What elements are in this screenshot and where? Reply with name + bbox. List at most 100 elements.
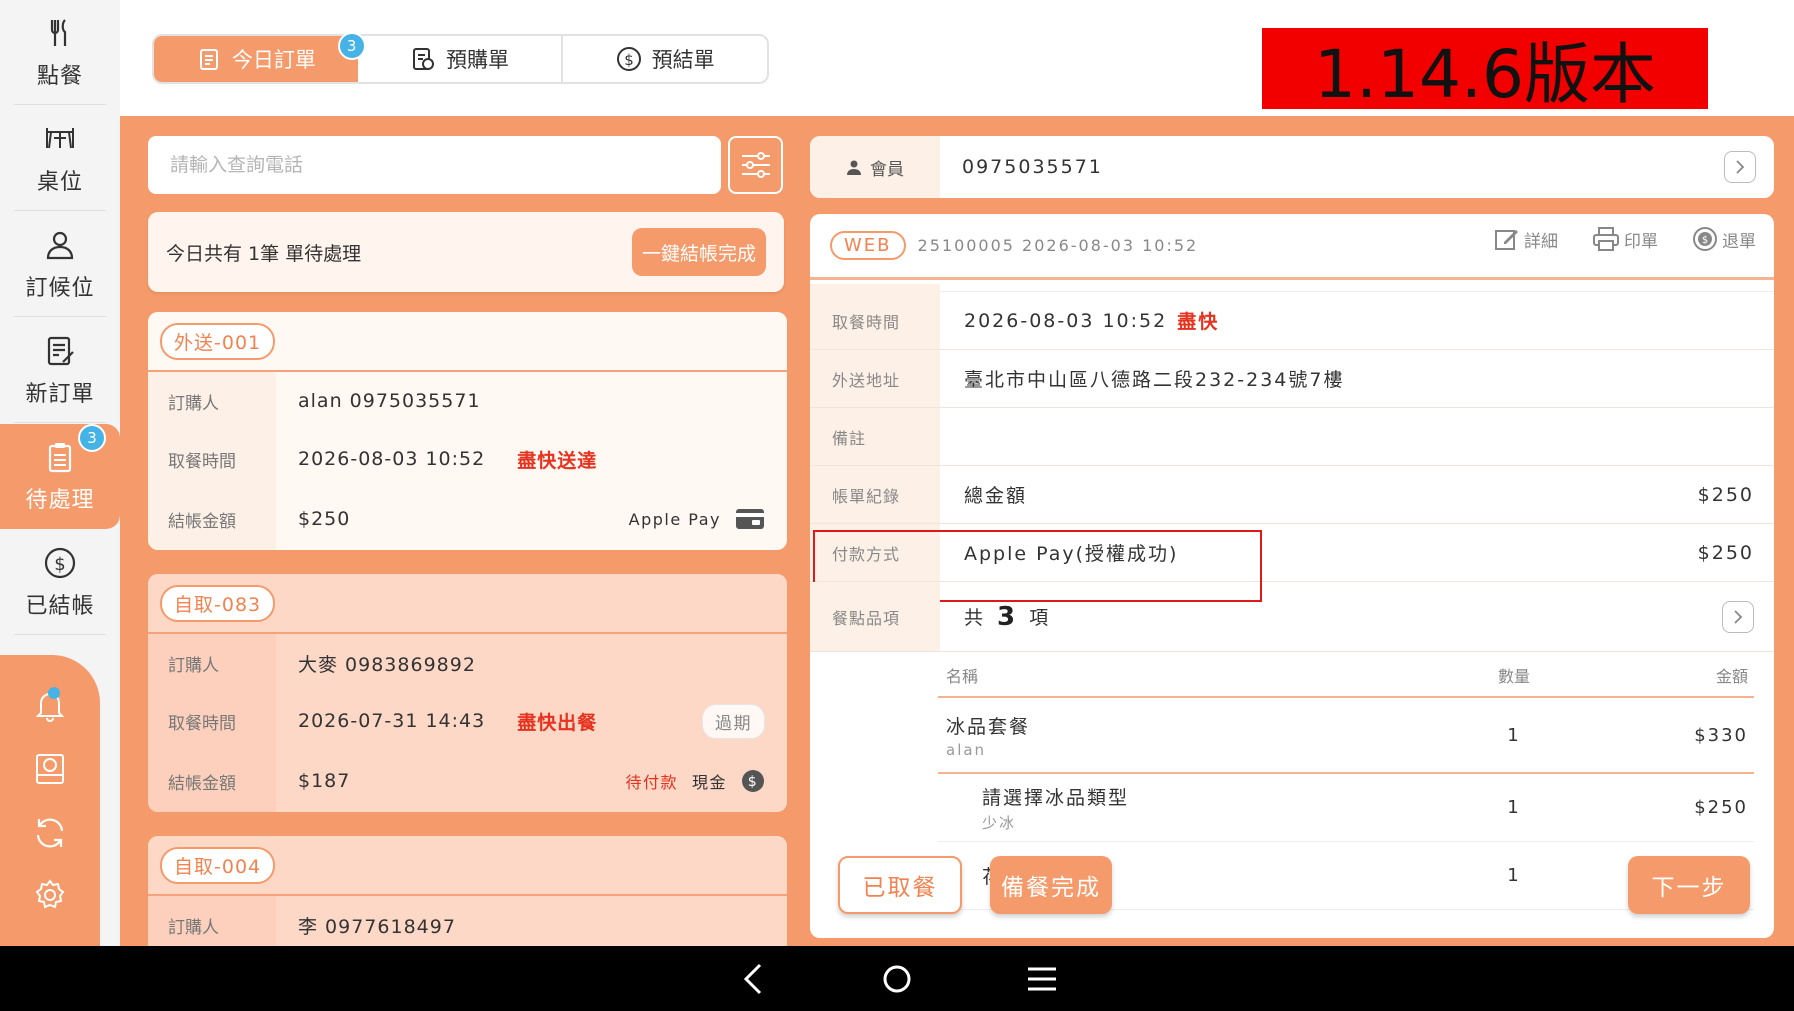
sidebar-item-tables[interactable]: 桌位: [0, 106, 120, 211]
tab-today-orders[interactable]: 今日訂單 3: [154, 32, 366, 82]
payment-amount: $250: [1697, 541, 1754, 564]
order-number: 25100005 2026-08-03 10:52: [917, 236, 1199, 255]
order-tabs: 今日訂單 3 預購單 $ 預結單: [152, 32, 769, 84]
settle-all-button[interactable]: 一鍵結帳完成: [632, 228, 766, 276]
meal-ready-button[interactable]: 備餐完成: [990, 856, 1112, 914]
order-card[interactable]: 自取-083 訂購人 大麥 0983869892 取餐時間 2026-07-31…: [148, 574, 787, 812]
member-row[interactable]: 會員 0975035571: [810, 136, 1774, 198]
filter-button[interactable]: [728, 136, 783, 194]
item-amount: $250: [1694, 797, 1748, 818]
row-spacer: [810, 283, 1774, 292]
address-row: 外送地址 臺北市中山區八德路二段232-234號7樓: [810, 350, 1774, 408]
order-card[interactable]: 外送-001 訂購人 alan 0975035571 取餐時間 2026-08-…: [148, 312, 787, 550]
order-time-row: 取餐時間 2026-08-03 10:52 盡快送達: [148, 430, 787, 488]
table-row: 請選擇冰品類型 少冰 1 $250: [938, 774, 1754, 842]
utensils-icon: [50, 18, 67, 46]
settings-icon[interactable]: [32, 877, 68, 913]
back-icon[interactable]: [742, 962, 766, 996]
sidebar-item-order[interactable]: 點餐: [0, 0, 120, 105]
next-step-button[interactable]: 下一步: [1628, 856, 1750, 914]
order-source-tag: WEB: [830, 231, 906, 260]
buyer-value: 李 0977618497: [298, 915, 456, 938]
row-label: 取餐時間: [148, 430, 276, 488]
sidebar-item-reservation[interactable]: 訂候位: [0, 212, 120, 317]
order-card-header: 自取-083: [148, 574, 787, 634]
order-detail-header: WEB 25100005 2026-08-03 10:52 詳細 印單 $ 退單: [810, 214, 1774, 280]
time-value: 2026-08-03 10:52 盡快送達: [276, 446, 597, 473]
android-nav-bar: [0, 946, 1794, 1011]
new-order-icon: [47, 336, 74, 365]
urgent-note: 盡快: [1177, 311, 1220, 333]
row-label: 取餐時間: [148, 692, 276, 750]
svg-text:$: $: [1702, 235, 1708, 246]
items-row[interactable]: 餐點品項 共 3 項: [810, 582, 1774, 652]
order-card-header: 外送-001: [148, 312, 787, 372]
person-icon: [46, 231, 74, 259]
items-count-value: 共 3 項: [940, 602, 1050, 632]
pending-text: 今日共有 1筆 單待處理: [166, 242, 362, 265]
item-qty: 1: [1507, 797, 1521, 818]
picked-up-button[interactable]: 已取餐: [838, 856, 962, 914]
tab-prepaid[interactable]: $ 預結單: [563, 36, 767, 82]
order-buyer-row: 訂購人 alan 0975035571: [148, 372, 787, 430]
row-label: 訂購人: [148, 634, 276, 692]
member-label-cell: 會員: [810, 136, 940, 198]
pickup-time: 2026-08-03 10:52: [298, 448, 486, 470]
dollar-icon: $: [616, 47, 641, 71]
buyer-value: alan 0975035571: [298, 390, 481, 412]
order-card[interactable]: 自取-004 訂購人 李 0977618497: [148, 836, 787, 946]
coin-icon: $: [742, 770, 764, 792]
time-value: 2026-07-31 14:43 盡快出餐: [276, 708, 597, 735]
payment-status: 待付款: [625, 773, 678, 792]
phone-search-input[interactable]: [170, 154, 721, 176]
buyer-value: 大麥 0983869892: [298, 653, 476, 676]
wallet-icon: [736, 509, 764, 529]
menu-icon[interactable]: [1026, 962, 1058, 996]
detail-button[interactable]: 詳細: [1494, 226, 1558, 252]
person-icon: [847, 160, 861, 175]
items-suffix: 項: [1029, 607, 1051, 629]
sidebar-item-label: 訂候位: [25, 275, 95, 301]
sidebar-item-label: 已結帳: [25, 593, 95, 619]
print-button[interactable]: 印單: [1592, 226, 1658, 252]
home-icon[interactable]: [882, 962, 912, 996]
member-label: 會員: [870, 159, 904, 180]
pickup-time: 2026-07-31 14:43: [298, 710, 486, 732]
col-amount-header: 金額: [1715, 667, 1748, 686]
sidebar-item-label: 桌位: [36, 169, 83, 195]
refund-button[interactable]: $ 退單: [1692, 226, 1756, 252]
item-name-cell: 冰品套餐 alan: [938, 712, 1454, 759]
sidebar-item-new-order[interactable]: 新訂單: [0, 318, 120, 423]
row-label: 餐點品項: [810, 582, 940, 651]
refresh-icon[interactable]: [32, 815, 68, 851]
detail-label: 詳細: [1524, 231, 1558, 252]
row-label: 取餐時間: [810, 292, 940, 349]
item-qty: 1: [1507, 865, 1521, 886]
chevron-right-icon: [1736, 160, 1745, 174]
item-note: 少冰: [982, 813, 1017, 832]
item-note: alan: [946, 740, 987, 759]
refund-label: 退單: [1722, 231, 1756, 252]
order-tag: 自取-004: [160, 846, 276, 884]
row-label: 備註: [810, 408, 940, 465]
pickup-time-row: 取餐時間 2026-08-03 10:52 盡快: [810, 292, 1774, 350]
bill-text: 總金額: [964, 485, 1028, 507]
bill-amount: $250: [1697, 483, 1754, 506]
member-open-button[interactable]: [1724, 151, 1756, 183]
sidebar-item-label: 待處理: [25, 487, 95, 513]
svg-text:$: $: [54, 554, 65, 575]
tab-preorders[interactable]: 預購單: [358, 36, 564, 82]
bill-row: 帳單紀錄 總金額 $250: [810, 466, 1774, 524]
order-buyer-row: 訂購人 大麥 0983869892: [148, 634, 787, 692]
item-name: 請選擇冰品類型: [982, 786, 1130, 809]
sidebar-item-settled[interactable]: $ 已結帳: [0, 530, 120, 635]
cash-register-icon[interactable]: [32, 751, 68, 787]
items-expand-button[interactable]: [1722, 600, 1754, 633]
order-amount-row: 結帳金額 $187 待付款 現金 $: [148, 750, 787, 812]
row-label: 結帳金額: [148, 750, 276, 812]
address-value: 臺北市中山區八德路二段232-234號7樓: [964, 369, 1345, 391]
svg-text:$: $: [624, 51, 634, 69]
bell-icon[interactable]: [32, 687, 68, 723]
sidebar-item-pending[interactable]: 待處理 3: [0, 424, 120, 529]
version-banner: 1.14.6版本: [1262, 28, 1708, 113]
